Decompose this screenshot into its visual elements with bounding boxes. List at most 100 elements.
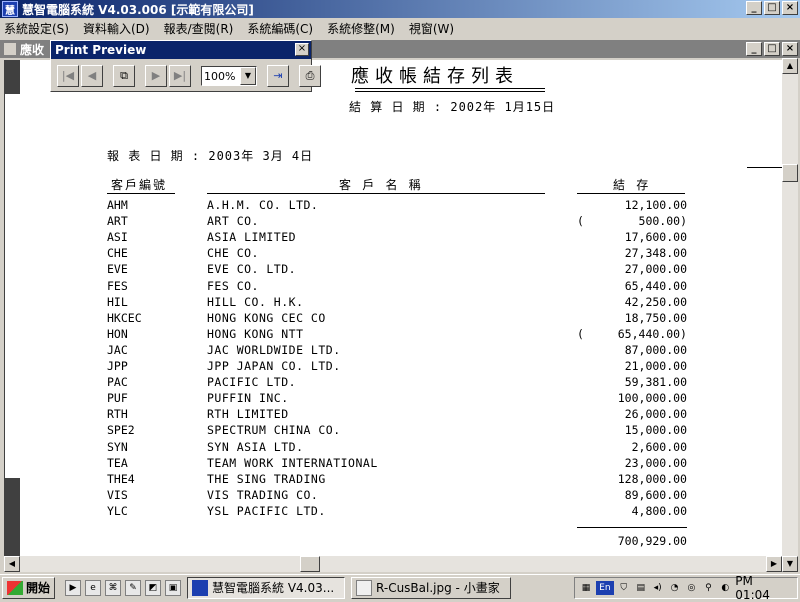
maximize-button[interactable]: □ [764,1,780,15]
notepad-icon[interactable]: ✎ [125,579,142,596]
customer-code: SYN [107,439,128,454]
customer-name: EVE CO. LTD. [207,262,297,277]
vertical-scrollbar[interactable]: ▲ ▼ [782,58,798,572]
start-button[interactable]: 開始 [2,576,56,599]
customer-name: FES CO. [207,278,259,293]
table-row: PUF PUFFIN INC. 100,000.00 [5,391,782,407]
menu-system-codes[interactable]: 系統編碼(C) [247,20,313,37]
scroll-up-button[interactable]: ▲ [782,58,798,74]
total-rule [577,527,687,528]
table-row: FES FES CO. 65,440.00 [5,279,782,295]
header-customer-name: 客 戶 名 稱 [339,178,423,192]
table-row: ART ART CO. (500.00) [5,214,782,230]
customer-code: CHE [107,246,128,261]
header-underline [577,193,685,194]
report-date: 報 表 日 期 : 2003年 3月 4日 [107,149,314,163]
internet-explorer-icon[interactable]: e [85,579,102,596]
search-icon[interactable]: ⚲ [701,581,715,595]
mdi-minimize-button[interactable]: _ [746,42,762,56]
app-icon[interactable]: 慧 [2,1,18,17]
network-icon[interactable]: ⌘ [105,579,122,596]
first-page-icon: |◀ [61,69,75,82]
page-rule [747,167,782,168]
last-page-button[interactable]: ▶| [169,65,191,87]
pages-button[interactable]: ⧉ [113,65,135,87]
horizontal-scroll-thumb[interactable] [300,556,320,572]
media-player-icon[interactable]: ▶ [65,579,82,596]
customer-name: JPP JAPAN CO. LTD. [207,359,341,373]
shield-icon[interactable]: ⛉ [617,581,631,595]
table-row: SYN SYN ASIA LTD. 2,600.00 [5,440,782,456]
title-underline [355,91,545,92]
tray-app-icon[interactable]: ▦ [579,581,593,595]
tray-app-icon[interactable]: ◐ [718,581,732,595]
scroll-right-button[interactable]: ▶ [766,556,782,572]
customer-code: FES [107,278,128,293]
customer-code: SPE2 [107,423,135,438]
scroll-down-button[interactable]: ▼ [782,556,798,572]
desktop-icon[interactable]: ▣ [165,579,182,596]
app-icon [192,579,209,596]
close-button[interactable]: × [782,1,798,15]
clock[interactable]: PM 01:04 [735,574,791,602]
customer-code: VIS [107,487,128,502]
customer-name: RTH LIMITED [207,407,289,422]
customer-name: HONG KONG NTT [207,326,304,341]
mdi-restore-button[interactable]: □ [764,42,780,56]
scroll-left-button[interactable]: ◀ [4,556,20,572]
table-row: TEA TEAM WORK INTERNATIONAL 23,000.00 [5,456,782,472]
vertical-scroll-thumb[interactable] [782,164,798,182]
language-indicator[interactable]: En [595,581,614,595]
prev-page-button[interactable]: ◀ [81,65,103,87]
mdi-close-button[interactable]: × [782,42,798,56]
table-row: HIL HILL CO. H.K. 42,250.00 [5,295,782,311]
customer-name: CHE CO. [207,246,259,261]
mdi-window-icon [4,43,16,55]
balance-amount: 27,348.00 [624,246,687,261]
menu-system-settings[interactable]: 系統設定(S) [4,20,69,37]
first-page-button[interactable]: |◀ [57,65,79,87]
taskbar-item-app[interactable]: 慧智電腦系統 V4.03... [187,576,346,599]
menu-system-maintenance[interactable]: 系統修整(M) [327,20,395,37]
paint-icon[interactable]: ◩ [145,579,162,596]
print-preview-close-button[interactable]: × [295,43,309,56]
volume-icon[interactable]: ◂) [651,581,665,595]
next-page-button[interactable]: ▶ [145,65,167,87]
quick-launch: ▶ e ⌘ ✎ ◩ ▣ [65,579,182,596]
tray-app-icon[interactable]: ◔ [668,581,682,595]
menu-data-input[interactable]: 資料輸入(D) [83,20,150,37]
title-underline [355,88,545,89]
customer-name: SYN ASIA LTD. [207,439,304,454]
tray-app-icon[interactable]: ◎ [685,581,699,595]
customer-code: AHM [107,198,128,212]
report-page: 應收帳結存列表 結 算 日 期 : 2002年 1月15日 報 表 日 期 : … [4,60,782,556]
minimize-button[interactable]: _ [746,1,762,15]
customer-name: PACIFIC LTD. [207,375,297,390]
customer-code: HKCEC [107,310,142,325]
balance-amount: 23,000.00 [624,455,687,470]
total-amount: 700,929.00 [617,534,687,548]
app-title-bar[interactable]: 慧 慧智電腦系統 V4.03.006 [示範有限公司] _ □ × [0,0,800,18]
horizontal-scrollbar[interactable]: ◀ ▶ [4,556,782,572]
menu-window[interactable]: 視窗(W) [409,20,454,37]
menu-reports[interactable]: 報表/查閱(R) [164,20,234,37]
left-margin-strip [4,60,20,94]
taskbar: 開始 ▶ e ⌘ ✎ ◩ ▣ 慧智電腦系統 V4.03... R-CusBal.… [0,574,800,602]
print-preview-title: Print Preview [51,41,311,59]
customer-code: TEA [107,455,128,470]
customer-name: VIS TRADING CO. [207,487,319,502]
balance-amount: 27,000.00 [624,262,687,277]
customer-name: TEAM WORK INTERNATIONAL [207,455,378,470]
calc-date: 結 算 日 期 : 2002年 1月15日 [349,100,556,114]
paint-icon [356,579,373,596]
print-preview-toolbar[interactable]: Print Preview × |◀ ◀ ⧉ ▶ ▶| 100% ▼ ⇥ ⎙ [50,40,321,92]
chevron-down-icon[interactable]: ▼ [240,67,256,85]
print-button[interactable]: ⎙ [299,65,321,87]
zoom-select[interactable]: 100% ▼ [201,66,257,86]
exit-preview-button[interactable]: ⇥ [267,65,289,87]
next-page-icon: ▶ [151,69,161,82]
table-row: ASI ASIA LIMITED 17,600.00 [5,230,782,246]
tray-app-icon[interactable]: ▤ [634,581,648,595]
taskbar-item-paint[interactable]: R-CusBal.jpg - 小畫家 [351,576,512,599]
task-label: R-CusBal.jpg - 小畫家 [376,581,500,595]
